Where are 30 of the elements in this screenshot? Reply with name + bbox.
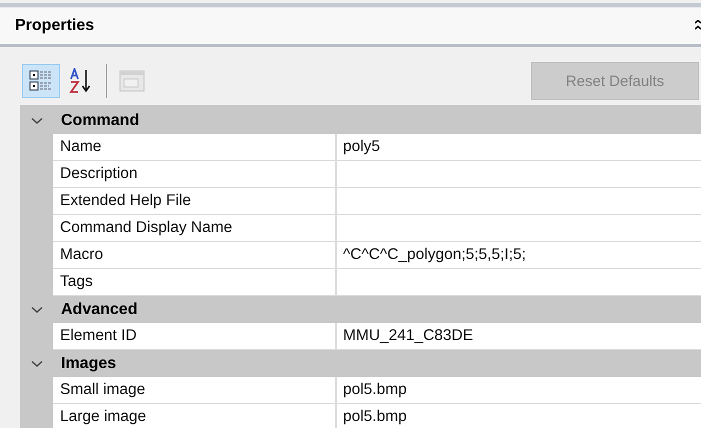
property-name[interactable]: Name [53, 134, 337, 161]
chevron-icon[interactable] [30, 360, 42, 368]
property-name[interactable]: Command Display Name [53, 215, 337, 242]
categorized-view-button[interactable] [22, 64, 60, 98]
property-value-field[interactable] [337, 215, 701, 242]
category-name: Images [60, 354, 116, 372]
chevron-icon[interactable] [30, 116, 42, 124]
property-value[interactable]: MMU_241_C83DE [337, 323, 701, 350]
property-name[interactable]: Tags [53, 269, 337, 296]
property-value[interactable]: pol5.bmp [337, 377, 701, 404]
panel-title: Properties [15, 17, 96, 35]
collapse-icon[interactable] [695, 20, 701, 32]
property-name[interactable]: Description [53, 161, 337, 188]
sort-az-icon [69, 68, 93, 94]
category-list-icon [29, 69, 53, 93]
property-name[interactable]: Extended Help File [53, 188, 337, 215]
property-name[interactable]: Small image [53, 377, 337, 404]
window-icon [119, 70, 145, 92]
property-name[interactable]: Macro [53, 242, 337, 269]
property-value[interactable]: ^C^C^C_polygon;5;5,5;I;5; [337, 242, 701, 269]
chevron-icon[interactable] [30, 306, 42, 314]
property-name[interactable]: Large image [53, 404, 337, 428]
property-value-field[interactable] [337, 269, 701, 296]
property-value-field[interactable] [337, 188, 701, 215]
property-value-field[interactable] [337, 161, 701, 188]
category-name: Command [60, 112, 140, 130]
category-name: Advanced [60, 300, 138, 318]
property-name[interactable]: Element ID [53, 323, 337, 350]
property-value[interactable]: poly5 [337, 134, 701, 161]
property-value[interactable]: pol5.bmp [337, 404, 701, 428]
